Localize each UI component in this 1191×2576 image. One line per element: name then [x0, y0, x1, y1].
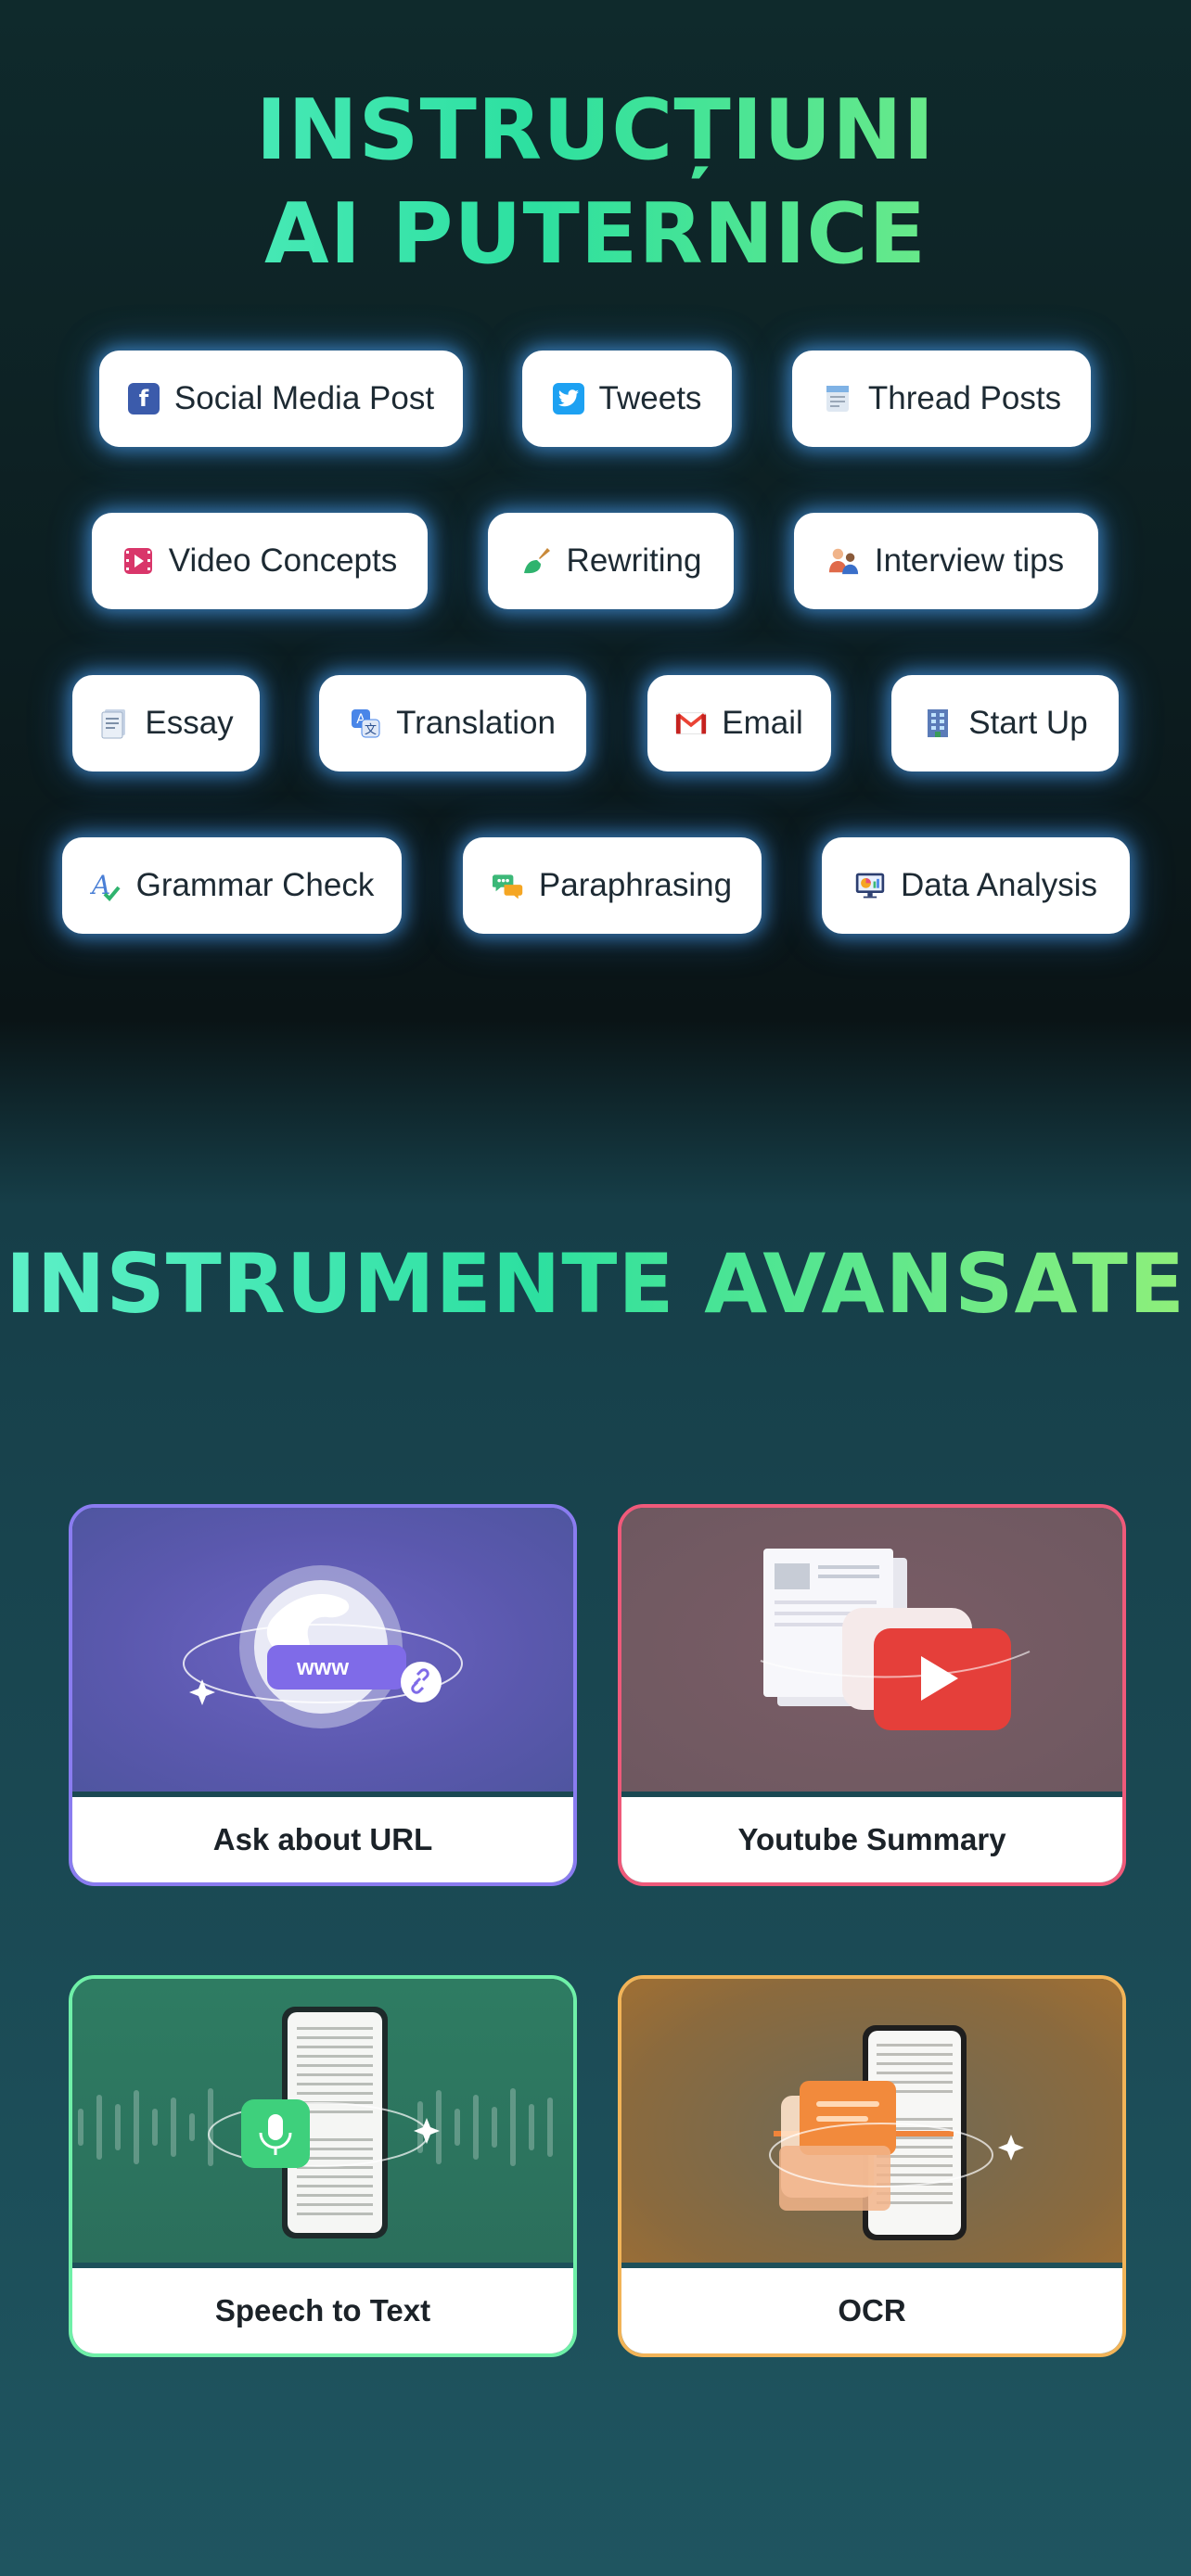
title-line-1: INSTRUCȚIUNI	[255, 82, 936, 179]
translate-icon: A文	[350, 708, 381, 739]
chip-label: Start Up	[968, 705, 1088, 741]
svg-text:文: 文	[365, 723, 377, 737]
chip-email[interactable]: Email	[647, 675, 831, 772]
chip-video-concepts[interactable]: Video Concepts	[92, 513, 428, 609]
speech-illustration	[72, 1979, 573, 2263]
chip-grammar-check[interactable]: A Grammar Check	[62, 837, 402, 934]
chip-label: Tweets	[598, 380, 702, 416]
card-speech-to-text[interactable]: Speech to Text	[69, 1975, 577, 2357]
chip-label: Grammar Check	[135, 867, 375, 903]
card-label: Ask about URL	[72, 1797, 573, 1882]
card-ask-about-url[interactable]: www Ask about URL	[69, 1504, 577, 1886]
film-play-icon	[122, 545, 154, 577]
youtube-illustration	[621, 1508, 1122, 1792]
brush-icon	[520, 545, 552, 577]
chip-label: Interview tips	[874, 542, 1065, 579]
ocr-illustration	[621, 1979, 1122, 2263]
chart-monitor-icon	[854, 870, 886, 901]
section-title-instructions: INSTRUCȚIUNI AI PUTERNICE	[0, 79, 1191, 287]
chip-interview-tips[interactable]: Interview tips	[794, 513, 1098, 609]
building-icon	[922, 708, 954, 739]
chip-translation[interactable]: A文 Translation	[319, 675, 586, 772]
card-label: Youtube Summary	[621, 1797, 1122, 1882]
chip-start-up[interactable]: Start Up	[891, 675, 1119, 772]
notepad-icon	[822, 383, 853, 414]
chip-data-analysis[interactable]: Data Analysis	[822, 837, 1130, 934]
title-line-2: AI PUTERNICE	[263, 185, 928, 283]
chip-label: Translation	[396, 705, 556, 741]
chip-label: Data Analysis	[900, 867, 1098, 903]
chip-paraphrasing[interactable]: Paraphrasing	[463, 837, 762, 934]
speech-bubbles-icon	[492, 870, 524, 901]
chip-tweets[interactable]: Tweets	[522, 351, 732, 447]
chip-rewriting[interactable]: Rewriting	[488, 513, 734, 609]
facebook-icon: f	[127, 383, 160, 414]
www-badge: www	[296, 1655, 349, 1680]
chip-label: Essay	[145, 705, 234, 741]
chip-label: Paraphrasing	[538, 867, 733, 903]
card-youtube-summary[interactable]: Youtube Summary	[618, 1504, 1126, 1886]
section-title-advanced-tools: INSTRUMENTE AVANSATE	[0, 1233, 1191, 1335]
chip-essay[interactable]: Essay	[72, 675, 260, 772]
card-label: Speech to Text	[72, 2268, 573, 2353]
card-ocr[interactable]: OCR	[618, 1975, 1126, 2357]
chip-label: Email	[722, 705, 803, 741]
chip-label: Thread Posts	[867, 380, 1062, 416]
chip-label: Video Concepts	[168, 542, 398, 579]
url-illustration: www	[72, 1508, 573, 1792]
people-icon	[828, 545, 860, 577]
document-icon	[98, 708, 130, 739]
card-label: OCR	[621, 2268, 1122, 2353]
chip-thread-posts[interactable]: Thread Posts	[792, 351, 1091, 447]
chip-social-media-post[interactable]: f Social Media Post	[99, 351, 463, 447]
chip-label: Social Media Post	[173, 380, 435, 416]
chip-label: Rewriting	[566, 542, 702, 579]
gmail-icon	[675, 708, 707, 739]
twitter-icon	[552, 383, 584, 414]
grammar-icon: A	[90, 870, 122, 901]
